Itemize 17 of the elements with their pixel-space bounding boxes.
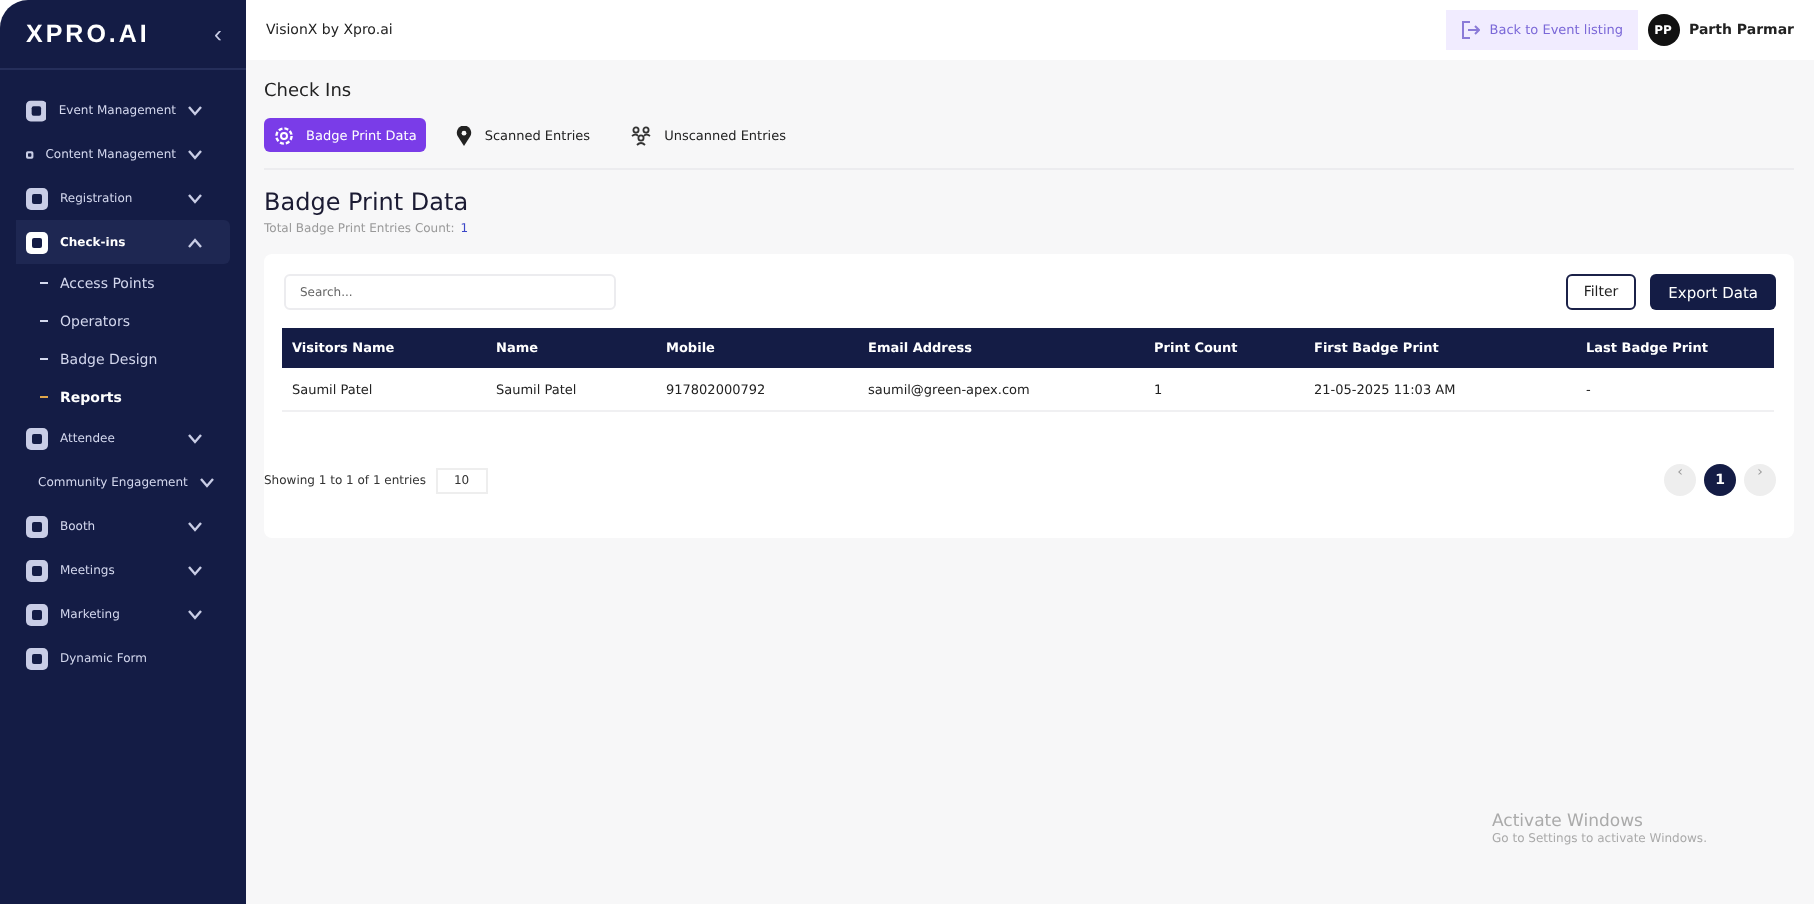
menu-icon xyxy=(26,603,48,625)
section-title: Badge Print Data xyxy=(264,188,471,216)
menu-icon xyxy=(26,99,47,121)
menu-icon xyxy=(26,427,48,449)
exit-icon xyxy=(1459,20,1480,40)
page-title: Check Ins xyxy=(264,82,354,102)
people-icon xyxy=(630,125,653,145)
gear-icon xyxy=(274,125,294,145)
pin-icon xyxy=(456,125,473,145)
activation-title: Activate Windows xyxy=(1492,812,1645,832)
logo: XPRO.AI xyxy=(26,20,150,48)
menu-icon xyxy=(26,515,48,537)
collapse-button[interactable]: ‹ xyxy=(214,20,222,48)
menu-icon xyxy=(26,647,48,669)
menu-icon xyxy=(26,187,48,209)
menu-icon xyxy=(26,231,48,253)
menu-icon xyxy=(26,559,48,581)
